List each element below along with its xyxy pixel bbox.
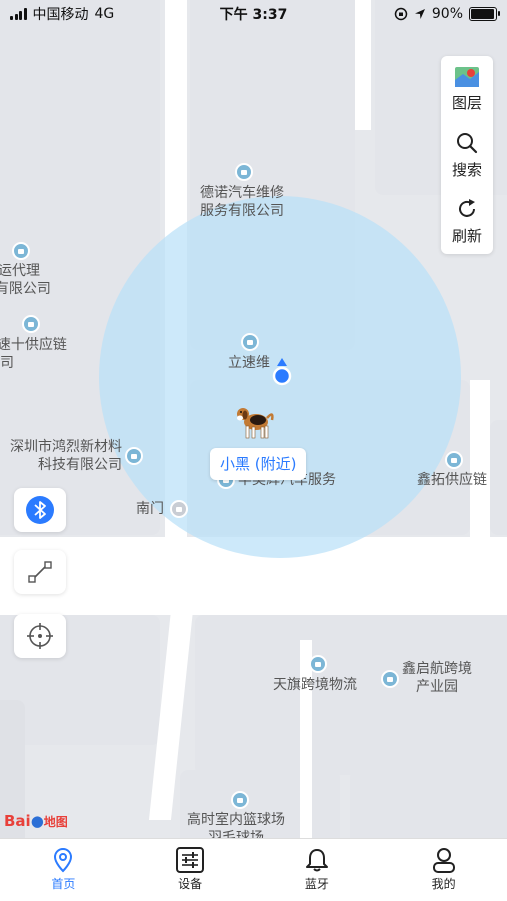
poi-icon[interactable] — [445, 451, 463, 469]
poi-icon[interactable] — [381, 670, 399, 688]
map-block — [490, 420, 507, 535]
tab-home[interactable]: 首页 — [0, 839, 127, 901]
poi-icon[interactable] — [125, 447, 143, 465]
search-icon — [457, 132, 478, 153]
baidu-map-logo: Bai●地图 — [4, 812, 68, 830]
poi-icon[interactable] — [231, 791, 249, 809]
poi-guoji[interactable]: 国际货运代理(深圳)有限公司 — [0, 262, 51, 298]
locate-button[interactable] — [14, 614, 66, 658]
poi-dengnuo[interactable]: 德诺汽车维修 服务有限公司 — [200, 184, 284, 220]
logo-text-ditu: 地图 — [43, 815, 68, 829]
map-block — [350, 770, 507, 838]
refresh-icon — [459, 198, 475, 217]
poi-icon[interactable] — [309, 655, 327, 673]
tab-home-label: 首页 — [51, 877, 76, 891]
poi-xinqihang[interactable]: 鑫启航跨境 产业园 — [402, 660, 472, 696]
locate-icon — [27, 623, 53, 649]
tab-bluetooth[interactable]: 蓝牙 — [254, 839, 381, 901]
battery-percent: 90% — [431, 6, 463, 22]
battery-icon — [469, 7, 500, 21]
layers-label: 图层 — [451, 93, 482, 112]
refresh-label: 刷新 — [451, 226, 482, 245]
refresh-button[interactable]: 刷新 — [441, 188, 493, 254]
search-button[interactable]: 搜索 — [441, 122, 493, 188]
orientation-lock-icon — [394, 7, 408, 21]
poi-icon[interactable] — [170, 500, 188, 518]
poi-xunsu[interactable]: (深圳)速十供应链有限公司 — [0, 336, 67, 372]
tab-bar: 首页 设备 蓝牙 我的 — [0, 838, 507, 901]
user-icon — [432, 848, 455, 873]
tab-device-label: 设备 — [178, 877, 203, 891]
poi-icon[interactable] — [241, 333, 259, 351]
layers-button[interactable]: 图层 — [441, 56, 493, 122]
poi-icon[interactable] — [235, 163, 253, 181]
poi-tianqi[interactable]: 天旗跨境物流 — [273, 676, 357, 694]
bluetooth-icon — [26, 496, 54, 524]
measure-button[interactable] — [14, 550, 66, 594]
map-view[interactable]: 德诺汽车维修服务有限公司 国际货运代理(深圳)有限公司 (深圳)速十供应链有限公… — [0, 0, 507, 838]
measure-icon — [28, 561, 52, 583]
pet-dog-icon[interactable] — [232, 402, 276, 442]
pet-name-label[interactable]: 小黑 (附近) — [210, 448, 307, 480]
tab-bluetooth-label: 蓝牙 — [304, 877, 329, 891]
layers-icon — [455, 66, 479, 87]
tab-device[interactable]: 设备 — [127, 839, 254, 901]
bluetooth-button[interactable] — [14, 488, 66, 532]
search-label: 搜索 — [451, 160, 482, 179]
sliders-icon — [176, 847, 205, 873]
bell-icon — [305, 849, 328, 872]
poi-lisuwei[interactable]: 立速维 — [228, 354, 270, 372]
logo-text-bai: Bai — [4, 812, 31, 830]
poi-xintuo[interactable]: 鑫拓供应链 — [417, 471, 487, 489]
location-arrow-icon — [414, 9, 425, 19]
poi-honglie[interactable]: 深圳市鸿烈新材料 科技有限公司 — [0, 438, 122, 474]
user-location-marker — [272, 358, 292, 386]
tab-profile-label: 我的 — [431, 877, 456, 891]
tab-profile[interactable]: 我的 — [380, 839, 507, 901]
poi-nanmen[interactable]: 南门 — [136, 500, 164, 518]
location-pin-icon — [54, 847, 73, 873]
paw-icon: ● — [30, 812, 44, 830]
poi-icon[interactable] — [12, 242, 30, 260]
map-road — [470, 380, 490, 540]
map-tools-panel: 图层 搜索 刷新 — [441, 56, 493, 254]
poi-icon[interactable] — [22, 315, 40, 333]
poi-gaoshi[interactable]: 高时室内篮球场 羽毛球场 — [187, 811, 285, 838]
status-bar: 中国移动 4G 下午 3:37 90% — [0, 0, 507, 28]
